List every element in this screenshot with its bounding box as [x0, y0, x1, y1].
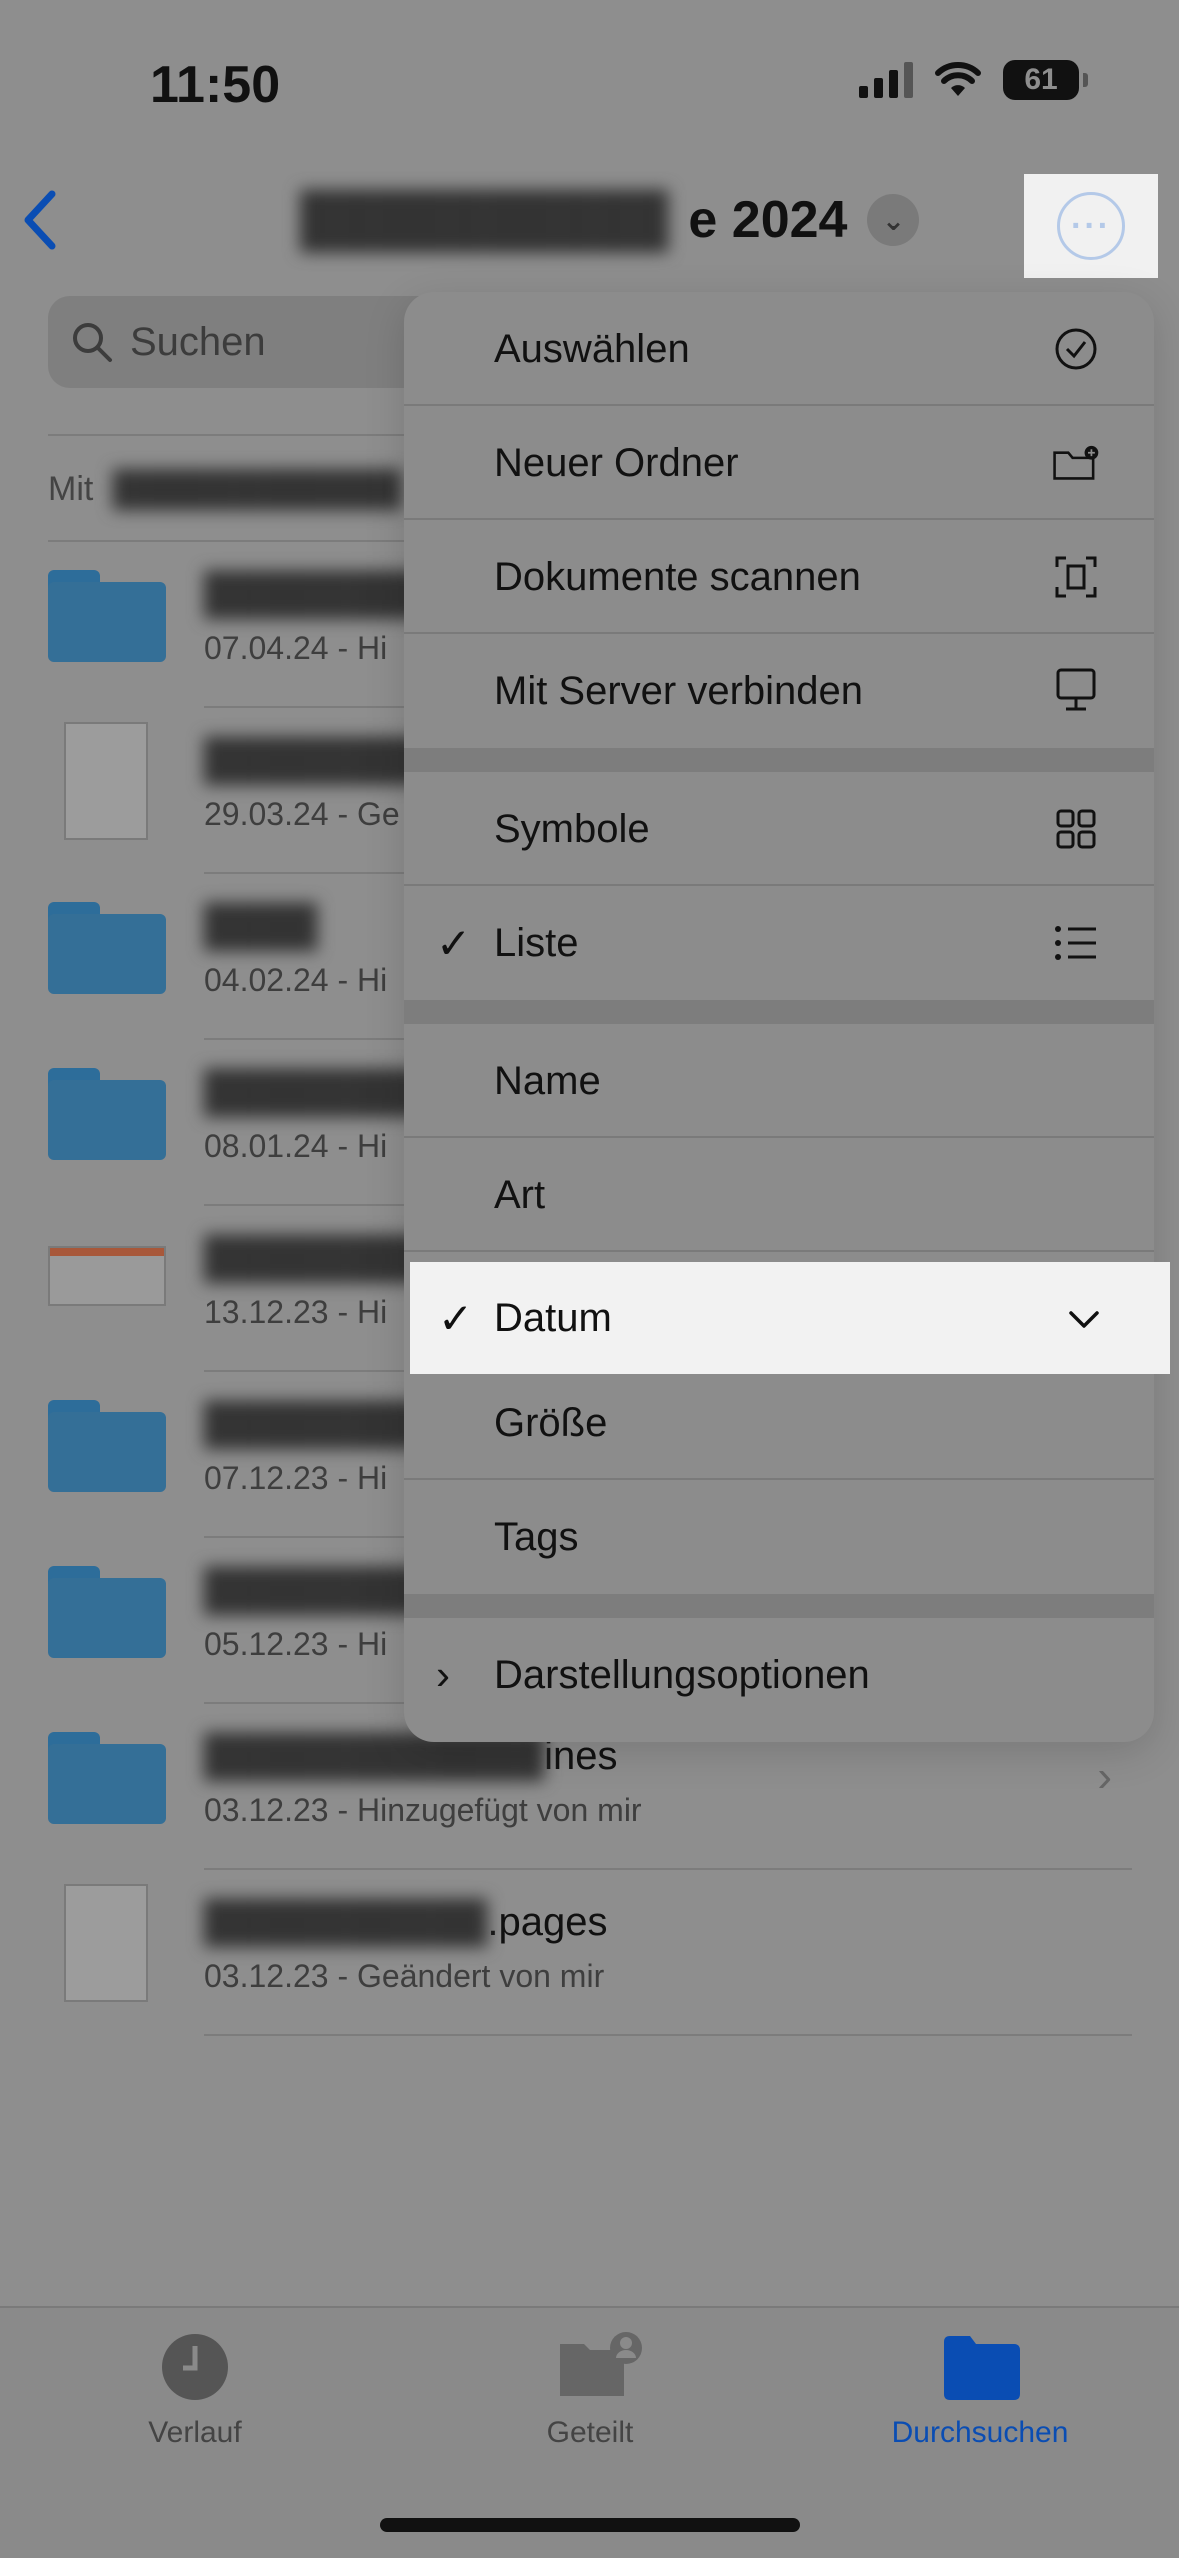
file-name: ████████ [204, 1568, 431, 1612]
chevron-down-icon[interactable]: ⌄ [867, 194, 920, 246]
menu-item-label: Darstellungsoptionen [494, 1652, 870, 1697]
tab-label: Durchsuchen [891, 2416, 1069, 2449]
menu-item-label: Tags [494, 1514, 579, 1559]
blurred-title-part: ██████████ [300, 191, 669, 249]
file-meta: 03.12.23 - Hinzugefügt von mir [204, 1792, 642, 1828]
chevron-right-icon: › [1097, 1752, 1112, 1801]
file-meta: 13.12.23 - Hi [204, 1294, 388, 1330]
menu-item-sort-tags[interactable]: Tags [404, 1480, 1154, 1594]
file-name: ████████ [204, 1402, 431, 1446]
folder-icon [48, 1732, 166, 1824]
tab-shared[interactable]: Geteilt [460, 2332, 720, 2450]
menu-item-scan-documents[interactable]: Dokumente scannen [404, 520, 1154, 634]
cellular-signal-icon [859, 62, 913, 98]
home-indicator [380, 2518, 800, 2532]
file-name: ████████ [204, 572, 431, 616]
menu-item-sort-kind[interactable]: Art [404, 1138, 1154, 1252]
clock-icon [157, 2332, 233, 2402]
list-item[interactable]: ██████████.pages 03.12.23 - Geändert von… [48, 1870, 1132, 2036]
file-meta: 04.02.24 - Hi [204, 962, 388, 998]
menu-item-label: Dokumente scannen [494, 554, 861, 599]
scan-document-icon [1052, 553, 1100, 601]
menu-item-sort-date[interactable]: ✓ Datum [410, 1262, 1170, 1374]
menu-group-separator [404, 1594, 1154, 1618]
status-time: 11:50 [150, 56, 281, 114]
folder-icon [48, 1566, 166, 1658]
blurred-name: ████████████ [112, 470, 402, 508]
chevron-right-icon: › [436, 1651, 450, 1698]
shared-prefix: Mit [48, 470, 94, 508]
menu-item-connect-server[interactable]: Mit Server verbinden [404, 634, 1154, 748]
file-meta: 29.03.24 - Ge [204, 796, 400, 832]
tab-recents[interactable]: Verlauf [65, 2332, 325, 2450]
folder-title[interactable]: ██████████ e 2024 ⌄ [300, 190, 920, 250]
chevron-down-icon [1068, 1297, 1100, 1339]
shared-info: Mit ████████████ ge [48, 470, 459, 509]
ellipsis-icon: ··· [1057, 192, 1125, 260]
menu-item-list-view[interactable]: ✓ Liste [404, 886, 1154, 1000]
checkmark-circle-icon [1052, 325, 1100, 373]
wifi-icon [935, 62, 981, 96]
menu-item-sort-size[interactable]: Größe [404, 1366, 1154, 1480]
menu-item-label: Größe [494, 1400, 608, 1445]
shared-folder-icon [552, 2332, 642, 2402]
spreadsheet-thumbnail-icon [48, 1246, 166, 1306]
back-button[interactable] [20, 190, 90, 260]
menu-item-sort-name[interactable]: Name [404, 1024, 1154, 1138]
file-meta: 03.12.23 - Geändert von mir [204, 1958, 605, 1994]
chevron-left-icon [24, 190, 56, 250]
checkmark-icon: ✓ [438, 1294, 474, 1342]
menu-item-label: Auswählen [494, 326, 690, 371]
search-placeholder: Suchen [130, 319, 266, 364]
file-name: ██████████.pages [204, 1900, 608, 1944]
new-folder-icon [1052, 439, 1100, 487]
folder-icon [48, 902, 166, 994]
status-icons: 61 [859, 60, 1088, 100]
menu-item-label: Symbole [494, 806, 650, 851]
search-field[interactable]: Suchen [48, 296, 448, 388]
menu-item-new-folder[interactable]: Neuer Ordner [404, 406, 1154, 520]
document-thumbnail-icon [64, 1884, 148, 2002]
file-name: ████ [204, 904, 318, 948]
menu-item-icons-view[interactable]: Symbole [404, 772, 1154, 886]
document-thumbnail-icon [64, 722, 148, 840]
menu-group-separator [404, 748, 1154, 772]
server-icon [1052, 667, 1100, 715]
file-meta: 05.12.23 - Hi [204, 1626, 388, 1662]
battery-icon: 61 [1003, 60, 1088, 100]
folder-icon [942, 2332, 1020, 2402]
menu-group-separator [404, 1000, 1154, 1024]
file-name: ████████ [204, 1070, 431, 1114]
menu-item-label: Mit Server verbinden [494, 668, 864, 713]
tab-label: Verlauf [148, 2416, 242, 2449]
file-meta: 07.04.24 - Hi [204, 630, 388, 666]
menu-item-label: Neuer Ordner [494, 440, 739, 485]
search-icon [73, 323, 112, 362]
tab-label: Geteilt [546, 2416, 634, 2449]
menu-item-label: Art [494, 1172, 546, 1217]
context-menu: Auswählen Neuer Ordner Dokumente scannen… [404, 292, 1154, 1742]
menu-item-view-options[interactable]: › Darstellungsoptionen [404, 1618, 1154, 1732]
folder-icon [48, 1068, 166, 1160]
menu-item-select[interactable]: Auswählen [404, 292, 1154, 406]
menu-item-label: Liste [494, 920, 579, 965]
menu-item-label: Datum [494, 1295, 612, 1340]
tab-browse[interactable]: Durchsuchen [850, 2332, 1110, 2450]
grid-icon [1052, 805, 1100, 853]
checkmark-icon: ✓ [436, 919, 472, 967]
file-name: ████████ [204, 738, 431, 782]
folder-title-text: e 2024 [688, 191, 848, 249]
folder-icon [48, 1400, 166, 1492]
file-meta: 07.12.23 - Hi [204, 1460, 388, 1496]
folder-icon [48, 570, 166, 662]
file-meta: 08.01.24 - Hi [204, 1128, 388, 1164]
file-name: ████████ [204, 1236, 431, 1280]
list-icon [1052, 919, 1100, 967]
more-button[interactable]: ··· [1024, 174, 1158, 278]
menu-item-label: Name [494, 1058, 601, 1103]
